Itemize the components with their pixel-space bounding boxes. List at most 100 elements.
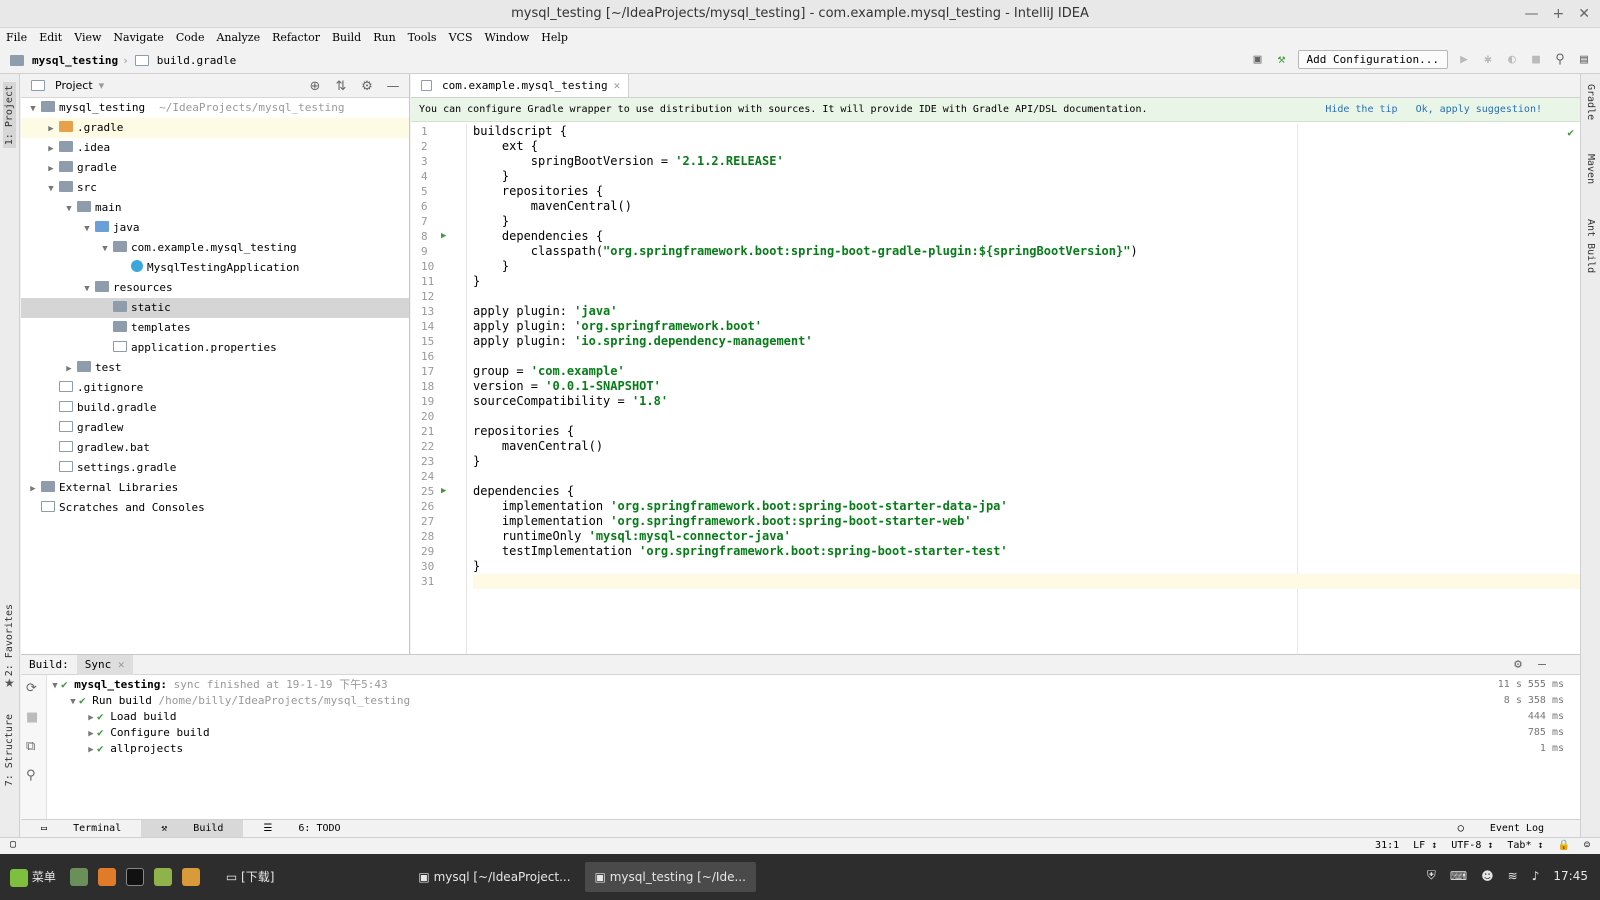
tree-node[interactable]: ▼ java — [21, 218, 409, 238]
tree-node[interactable]: ▼ mysql_testing ~/IdeaProjects/mysql_testi… — [21, 98, 409, 118]
apply-suggestion-link[interactable]: Ok, apply suggestion! — [1416, 98, 1542, 122]
code-line[interactable]: } — [473, 274, 1580, 289]
indent-setting[interactable]: Tab* ↕ — [1507, 840, 1543, 851]
menu-run[interactable]: Run — [367, 28, 401, 48]
chevron-right-icon[interactable]: ▶ — [85, 710, 97, 726]
tree-node[interactable]: gradlew — [21, 418, 409, 438]
clock[interactable]: 17:45 — [1553, 869, 1588, 883]
code-line[interactable] — [473, 349, 1580, 364]
tree-node[interactable]: ▼ resources — [21, 278, 409, 298]
code-line[interactable] — [473, 409, 1580, 424]
chevron-right-icon[interactable]: ▶ — [27, 479, 39, 499]
menu-code[interactable]: Code — [170, 28, 211, 48]
user-icon[interactable]: ☻ — [1481, 869, 1494, 883]
tree-node[interactable]: .gitignore — [21, 378, 409, 398]
code-line[interactable]: apply plugin: 'io.spring.dependency-mana… — [473, 334, 1580, 349]
code-line[interactable]: } — [473, 259, 1580, 274]
desktop-icon[interactable] — [69, 868, 88, 886]
taskbar-window-mysql-testing[interactable]: ▣ mysql_testing [~/Ide... — [584, 862, 756, 892]
caret-position[interactable]: 31:1 — [1375, 840, 1399, 851]
file-encoding[interactable]: UTF-8 ↕ — [1451, 840, 1493, 851]
taskbar-downloads[interactable]: ▭ [下载] — [216, 862, 285, 892]
collapse-all-icon[interactable]: ⇅ — [333, 78, 349, 94]
code-line[interactable]: } — [473, 559, 1580, 574]
build-sync-tab[interactable]: Sync ✕ — [76, 654, 133, 675]
project-tool-tab[interactable]: 1: Project — [3, 82, 16, 149]
gradle-tool-tab[interactable]: Gradle — [1585, 84, 1596, 120]
hide-panel-icon[interactable]: — — [1534, 657, 1550, 673]
stop-icon[interactable]: ■ — [26, 710, 41, 725]
files-icon[interactable] — [153, 868, 172, 886]
tree-node[interactable]: ▶ gradle — [21, 158, 409, 178]
build-row[interactable]: ▶ ✔ Load build 444 ms — [49, 709, 1580, 725]
close-tab-icon[interactable]: ✕ — [118, 658, 125, 671]
code-line[interactable]: repositories { — [473, 184, 1580, 199]
keyboard-icon[interactable]: ⌨ — [1450, 869, 1467, 883]
code-content[interactable]: buildscript { ext { springBootVersion = … — [473, 124, 1580, 589]
coverage-icon[interactable]: ◐ — [1504, 52, 1520, 68]
code-line[interactable] — [473, 574, 1580, 589]
run-icon[interactable]: ▶ — [1456, 52, 1472, 68]
menu-view[interactable]: View — [68, 28, 107, 48]
app-icon[interactable] — [181, 868, 200, 886]
build-tool-button[interactable]: ⚒ Build — [141, 820, 244, 837]
tree-node[interactable]: static — [21, 298, 409, 318]
maven-tool-tab[interactable]: Maven — [1585, 154, 1596, 184]
code-line[interactable]: implementation 'org.springframework.boot… — [473, 499, 1580, 514]
todo-tool-button[interactable]: ☰ 6: TODO — [243, 820, 360, 837]
code-line[interactable]: sourceCompatibility = '1.8' — [473, 394, 1580, 409]
code-line[interactable]: ext { — [473, 139, 1580, 154]
add-configuration-button[interactable]: Add Configuration... — [1297, 50, 1448, 69]
project-panel-title[interactable]: Project — [55, 79, 93, 92]
chevron-down-icon[interactable]: ▼ — [63, 199, 75, 219]
project-structure-icon[interactable]: ▣ — [1250, 52, 1266, 68]
chevron-down-icon[interactable]: ▾ — [99, 79, 105, 92]
code-line[interactable]: mavenCentral() — [473, 199, 1580, 214]
tree-node[interactable]: ▶ test — [21, 358, 409, 378]
code-area[interactable]: 1 2 3 4 5 6 7 8 ▶ 9 10 11 12 13 14 15 16 17 18 19 20 21 22 23 24… — [411, 124, 1580, 654]
chevron-down-icon[interactable]: ▼ — [67, 694, 79, 710]
wifi-icon[interactable]: ≋ — [1508, 869, 1518, 883]
chevron-right-icon[interactable]: ▶ — [45, 159, 57, 179]
code-line[interactable]: buildscript { — [473, 124, 1580, 139]
terminal-icon[interactable] — [125, 868, 144, 886]
code-line[interactable]: } — [473, 214, 1580, 229]
code-line[interactable]: runtimeOnly 'mysql:mysql-connector-java' — [473, 529, 1580, 544]
code-line[interactable]: } — [473, 169, 1580, 184]
code-line[interactable]: apply plugin: 'java' — [473, 304, 1580, 319]
taskbar-window-mysql[interactable]: ▣ mysql [~/IdeaProject... — [408, 862, 580, 892]
gear-icon[interactable]: ⚙ — [1510, 657, 1526, 673]
line-separator[interactable]: LF ↕ — [1413, 840, 1437, 851]
chevron-right-icon[interactable]: ▶ — [85, 742, 97, 758]
close-tab-icon[interactable]: ✕ — [614, 74, 621, 98]
menu-navigate[interactable]: Navigate — [107, 28, 169, 48]
tree-node[interactable]: Scratches and Consoles — [21, 498, 409, 518]
favorites-tool-tab[interactable]: 2: Favorites — [4, 604, 15, 676]
chevron-right-icon[interactable]: ▶ — [45, 139, 57, 159]
code-line[interactable] — [473, 289, 1580, 304]
open-folder-icon[interactable]: ▤ — [1576, 52, 1592, 68]
toggle-tool-windows-icon[interactable]: ▢ — [10, 839, 16, 850]
search-icon[interactable]: ⚲ — [1552, 52, 1568, 68]
tree-node[interactable]: ▶ .idea — [21, 138, 409, 158]
menu-file[interactable]: File — [0, 28, 33, 48]
chevron-down-icon[interactable]: ▼ — [99, 239, 111, 259]
code-line[interactable]: version = '0.0.1-SNAPSHOT' — [473, 379, 1580, 394]
toggle-view-icon[interactable]: ⧉ — [26, 739, 41, 754]
debug-icon[interactable]: ✱ — [1480, 52, 1496, 68]
menu-refactor[interactable]: Refactor — [266, 28, 326, 48]
menu-build[interactable]: Build — [326, 28, 367, 48]
volume-icon[interactable]: ♪ — [1532, 869, 1540, 883]
tree-node[interactable]: ▶ .gradle — [21, 118, 409, 138]
tree-node[interactable]: MysqlTestingApplication — [21, 258, 409, 278]
tree-node[interactable]: ▼ com.example.mysql_testing — [21, 238, 409, 258]
build-row[interactable]: ▼ ✔ mysql_testing: sync finished at 19-1-… — [49, 677, 1580, 693]
minimize-button[interactable]: — — [1525, 0, 1539, 28]
editor-tab[interactable]: com.example.mysql_testing ✕ — [411, 74, 630, 98]
tree-node[interactable]: gradlew.bat — [21, 438, 409, 458]
terminal-tool-button[interactable]: ▭ Terminal — [21, 820, 141, 837]
code-line[interactable]: implementation 'org.springframework.boot… — [473, 514, 1580, 529]
code-line[interactable]: springBootVersion = '2.1.2.RELEASE' — [473, 154, 1580, 169]
chevron-down-icon[interactable]: ▼ — [81, 279, 93, 299]
firefox-icon[interactable] — [97, 868, 116, 886]
